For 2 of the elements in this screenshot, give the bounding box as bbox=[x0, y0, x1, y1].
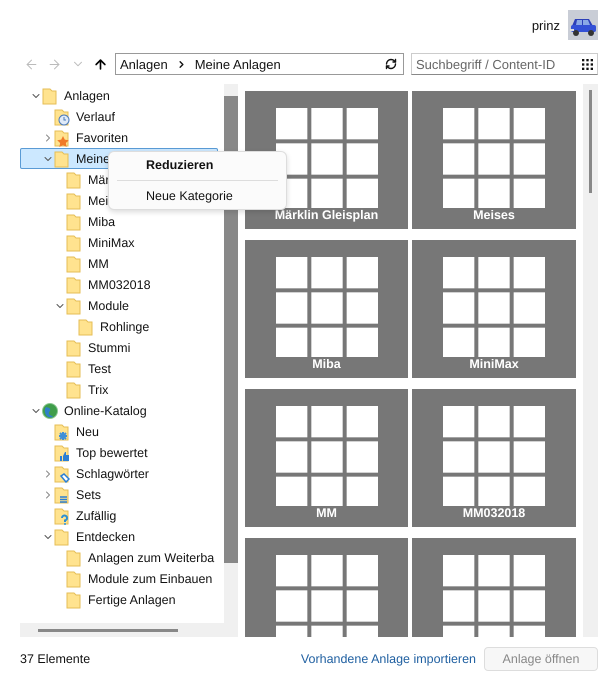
user-name: prinz bbox=[532, 18, 560, 32]
item-count: 37 Elemente bbox=[20, 652, 92, 666]
